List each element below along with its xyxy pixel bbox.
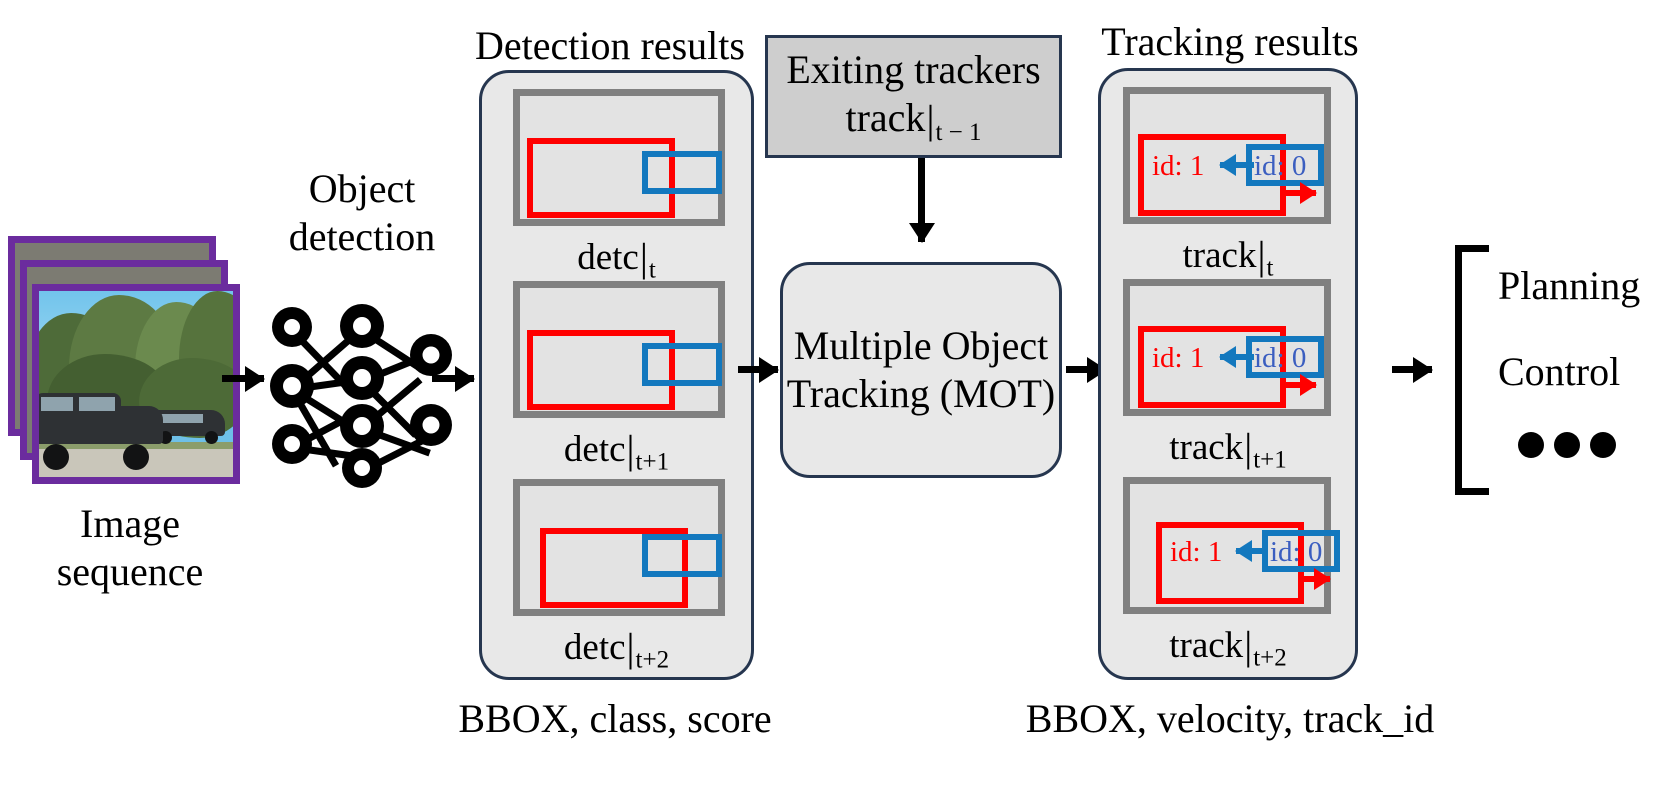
photo-wheel [123,443,149,470]
downstream-ellipsis [1518,432,1618,462]
mot-line1: Multiple Object [793,323,1049,368]
eval-bar-icon: | [1244,623,1253,668]
arrow-detections-to-mot [738,366,778,373]
street-scene-photo [39,291,233,477]
bracket-vertical [1455,245,1462,495]
image-sequence-label-line2: sequence [56,549,204,594]
tracking-frame-label-base: track [1182,235,1257,276]
tracking-results-caption: BBOX, velocity, track_id [1025,696,1435,741]
nn-node [410,334,452,376]
tracking-blue-id-label: id: 0 [1254,342,1307,374]
photo-car-window [79,397,115,412]
tracking-frame-label: track|t [1101,231,1355,283]
tracking-results-panel: id: 1 id: 0 track|t id: 1 id: 0 track|t+… [1098,68,1358,680]
mot-line2: Tracking (MOT) [786,371,1056,416]
tracking-frame-label: track|t+1 [1101,423,1355,475]
photo-car-window [41,397,73,412]
tracking-frame-label-sub: t+1 [1253,446,1287,474]
image-sequence-label: Image sequence [0,500,260,596]
tracking-frame-label-base: track [1169,625,1244,666]
tracking-results-heading: Tracking results [1101,19,1359,64]
tracking-frame: id: 1 id: 0 [1123,279,1331,416]
downstream-item-control[interactable]: Control [1498,348,1620,396]
object-detection-label: Object detection [252,165,472,261]
eval-bar-icon: | [626,427,635,472]
downstream-bracket [1455,245,1489,495]
detection-frame-label: detc|t+2 [482,623,751,675]
detection-frame-label: detc|t [482,233,751,285]
tracking-blue-id-label: id: 0 [1254,150,1307,182]
tracking-frame-label-base: track [1169,427,1244,468]
detection-frame-label-base: detc [577,237,639,278]
arrow-trackers-to-mot [918,158,925,242]
velocity-arrow-blue [1236,548,1266,554]
image-sequence-stack [8,236,260,488]
ellipsis-dot [1554,432,1580,458]
nn-node [270,364,314,408]
exiting-trackers-box: Exiting trackers track|t − 1 [765,35,1062,158]
detection-frame-label-base: detc [563,627,626,668]
tracking-frame: id: 1 id: 0 [1123,87,1331,224]
bracket-bottom-tick [1455,488,1489,495]
object-detection-label-line2: detection [288,214,436,259]
eval-bar-icon: | [1244,425,1253,470]
ellipsis-dot [1590,432,1616,458]
nn-node [342,448,382,488]
detection-frame [513,479,725,616]
detection-frame-label-sub: t+2 [635,646,670,674]
detection-frame-label-base: detc [563,429,626,470]
velocity-arrow-red [1298,576,1330,582]
nn-node [340,404,384,448]
eval-bar-icon: | [626,625,635,670]
velocity-arrow-red [1282,382,1316,388]
arrow-tracking-to-downstream [1392,366,1432,373]
velocity-arrow-red [1282,190,1316,196]
arrow-detector-to-detection-results [432,375,474,382]
mot-box: Multiple Object Tracking (MOT) [780,262,1062,478]
detection-blue-bbox [642,534,722,577]
exiting-trackers-line1: Exiting trackers [786,46,1041,92]
detection-frame [513,281,725,418]
tracking-red-id-label: id: 1 [1152,150,1205,182]
nn-node [340,356,384,400]
ellipsis-dot [1518,432,1544,458]
eval-bar-icon: | [1257,233,1266,278]
bracket-top-tick [1455,245,1489,252]
nn-node [272,424,312,464]
eval-bar-icon: | [926,96,935,142]
tracking-frame-label-sub: t+2 [1253,644,1287,672]
exiting-trackers-sub: t − 1 [935,118,982,146]
detection-results-caption: BBOX, class, score [458,696,772,741]
detection-results-panel: detc|t detc|t+1 detc|t+2 [479,70,754,680]
nn-node [272,307,312,347]
photo-car-window [159,413,203,423]
photo-wheel [205,430,218,444]
exiting-trackers-line2: track|t − 1 [845,94,981,148]
image-sequence-label-line1: Image [80,501,180,546]
detection-frame-label-sub: t+1 [635,448,670,476]
detection-blue-bbox [642,343,722,386]
tracking-blue-id-label: id: 0 [1270,536,1323,568]
detection-frame-label: detc|t+1 [482,425,751,477]
nn-node [340,304,384,348]
tracking-frame: id: 1 id: 0 [1123,477,1340,614]
exiting-trackers-base: track [845,94,926,140]
detection-results-heading: Detection results [475,23,745,68]
detection-blue-bbox [642,151,722,194]
tracking-frame-label-sub: t [1266,254,1274,282]
detection-frame-label-sub: t [648,256,656,284]
tracking-red-id-label: id: 1 [1152,342,1205,374]
velocity-arrow-blue [1220,354,1254,360]
downstream-item-planning[interactable]: Planning [1498,262,1640,310]
velocity-arrow-blue [1220,162,1254,168]
detection-frame [513,89,725,226]
tracking-red-id-label: id: 1 [1170,536,1223,568]
eval-bar-icon: | [639,235,648,280]
arrow-images-to-detector [222,375,264,382]
photo-wheel [43,443,69,470]
image-frame-front [32,284,240,484]
nn-node [410,404,452,446]
tracking-frame-label: track|t+2 [1101,621,1355,673]
object-detection-label-line1: Object [308,166,416,211]
